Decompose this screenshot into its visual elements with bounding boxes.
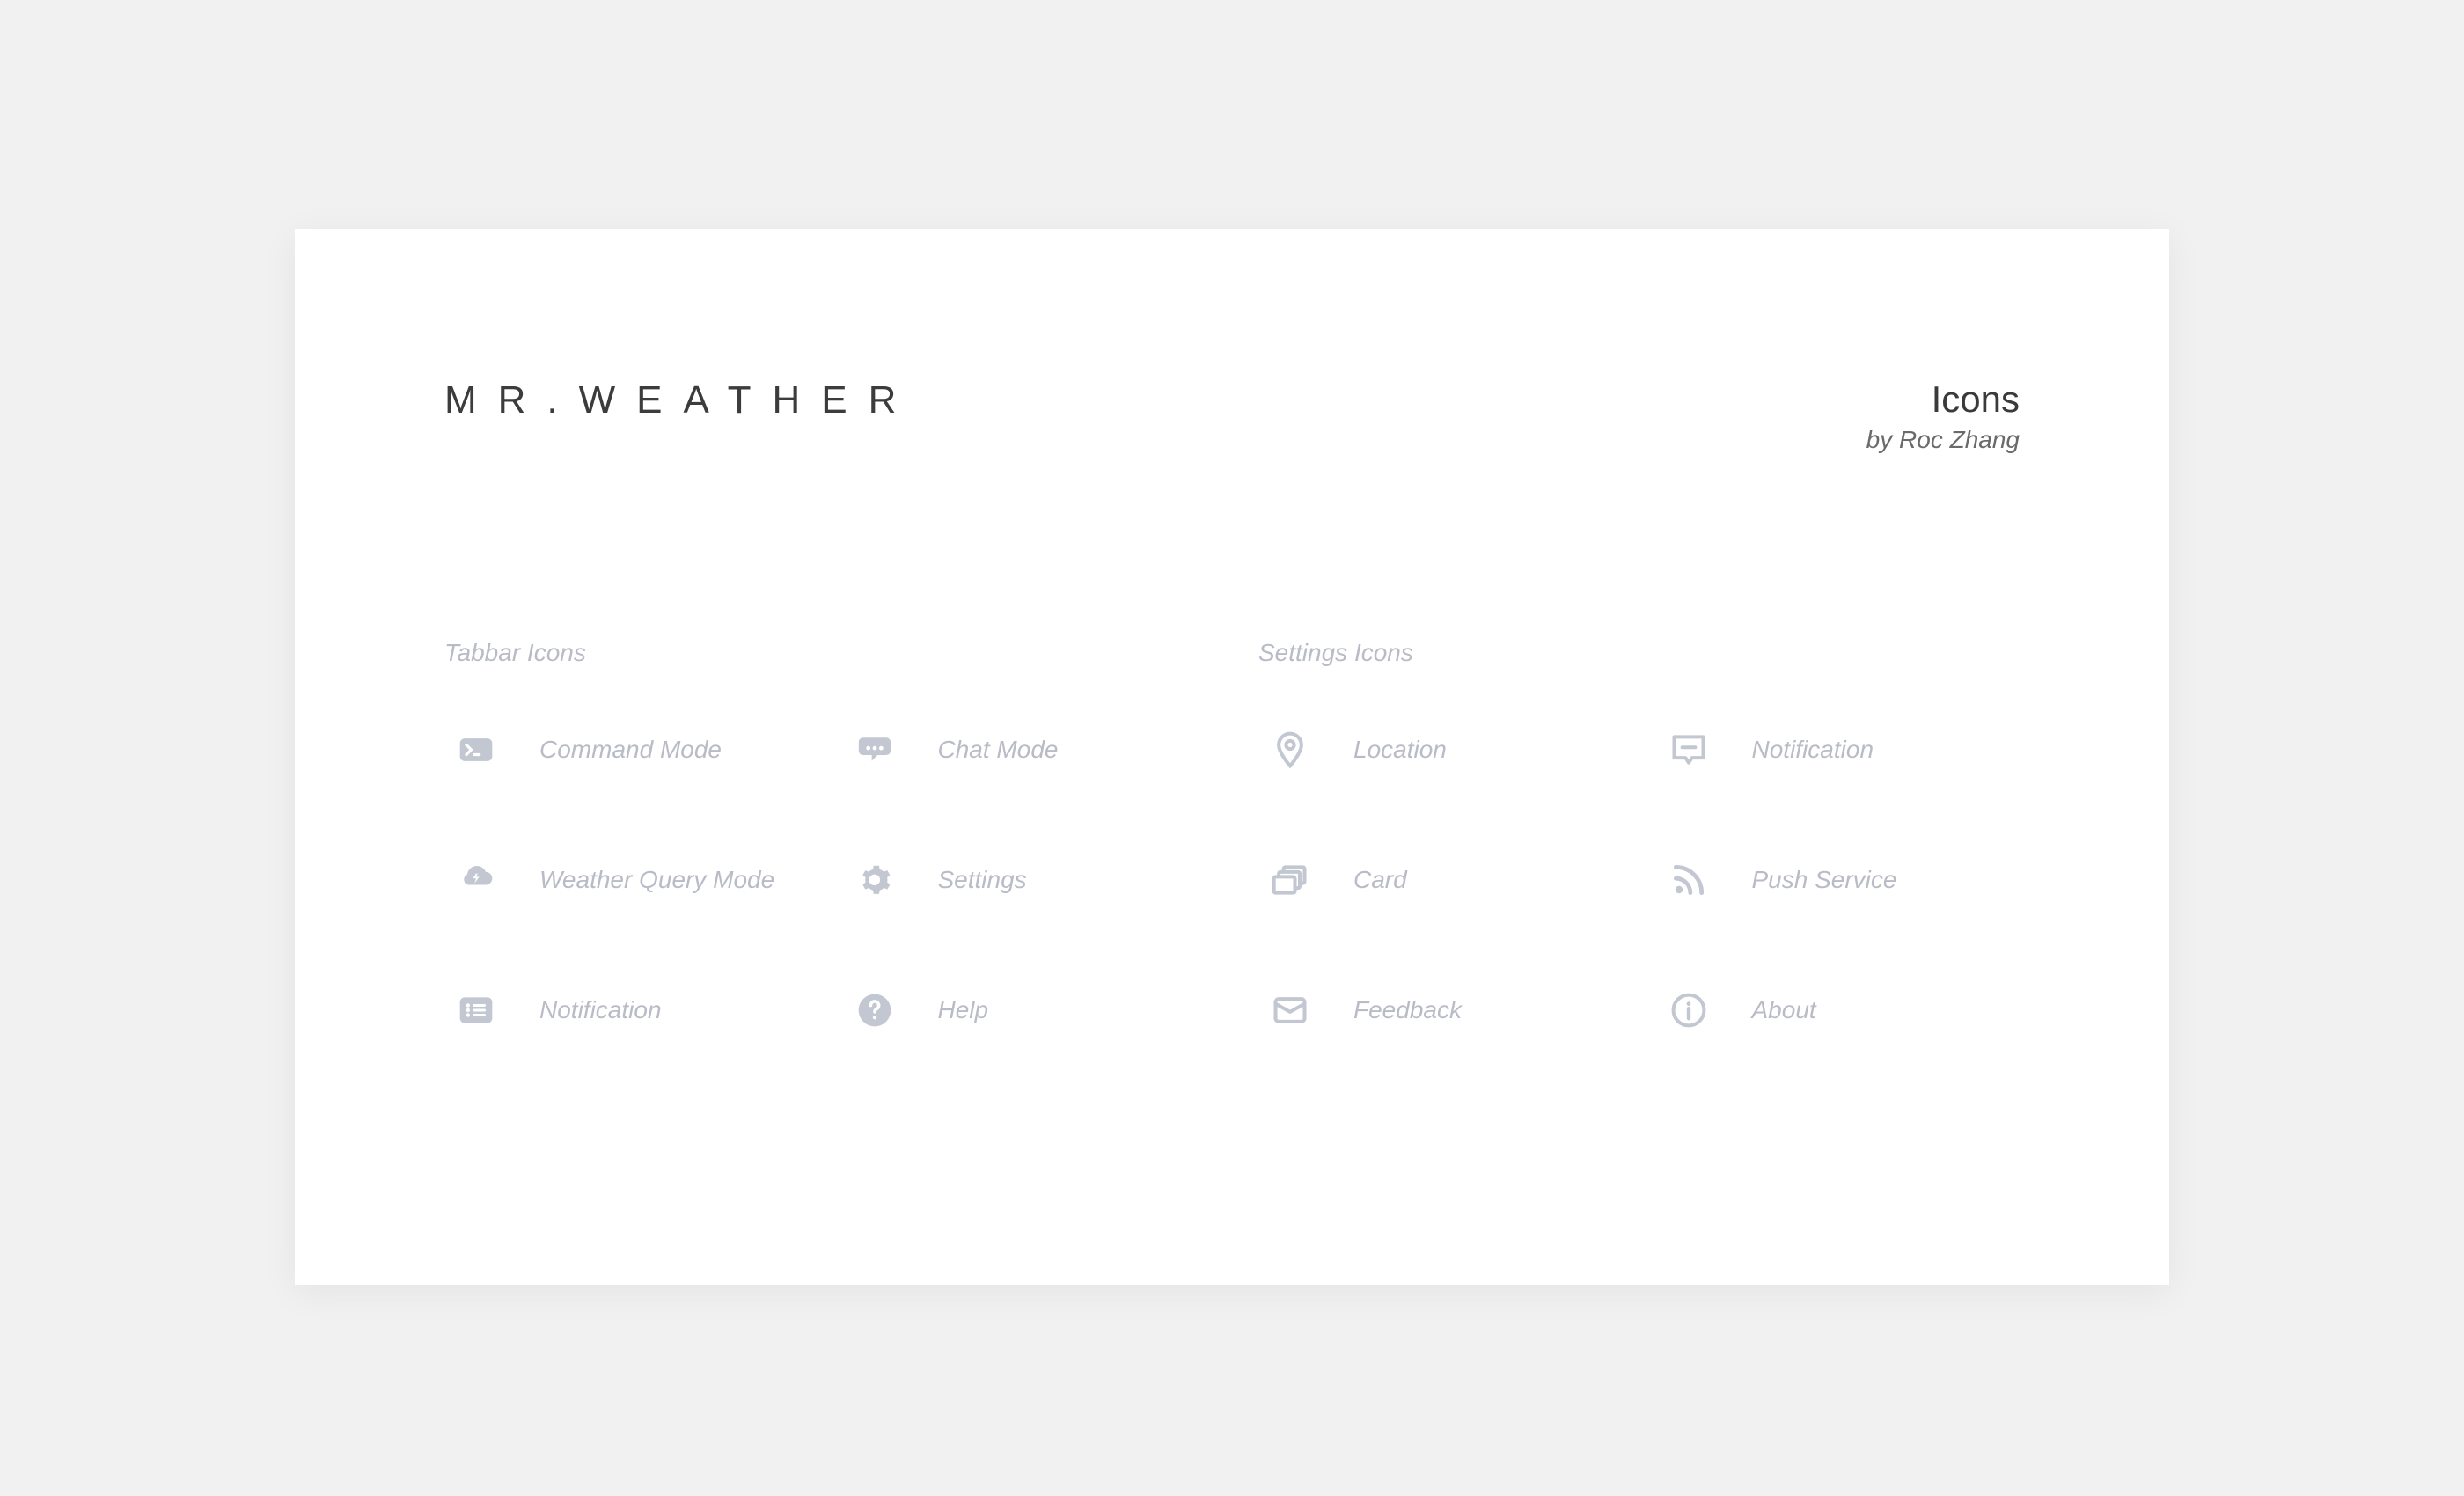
item-notification: Notification [1657, 729, 2020, 771]
item-label: Weather Query Mode [539, 866, 774, 894]
item-push-service: Push Service [1657, 859, 2020, 901]
item-feedback: Feedback [1258, 989, 1622, 1031]
item-notification-list: Notification [444, 989, 808, 1031]
cards-stack-icon [1258, 859, 1322, 901]
page-title: Icons [1866, 378, 2020, 421]
item-label: Card [1353, 866, 1407, 894]
item-label: Chat Mode [938, 736, 1059, 764]
item-label: Push Service [1752, 866, 1897, 894]
help-icon [843, 989, 906, 1031]
item-label: About [1752, 996, 1816, 1024]
grid-settings: Location Notification Card [1258, 729, 2020, 1031]
item-label: Notification [539, 996, 662, 1024]
byline: by Roc Zhang [1866, 426, 2020, 454]
sections: Tabbar Icons Command Mode Chat Mode [444, 639, 2020, 1031]
brand-title: MR.WEATHER [444, 378, 917, 422]
item-label: Location [1353, 736, 1447, 764]
item-command-mode: Command Mode [444, 729, 808, 771]
list-icon [444, 989, 508, 1031]
item-label: Notification [1752, 736, 1874, 764]
chat-bubble-icon [843, 729, 906, 771]
location-pin-icon [1258, 729, 1322, 771]
section-title-settings: Settings Icons [1258, 639, 2020, 667]
item-settings: Settings [843, 859, 1206, 901]
section-title-tabbar: Tabbar Icons [444, 639, 1206, 667]
grid-tabbar: Command Mode Chat Mode Weather Query Mod… [444, 729, 1206, 1031]
section-tabbar: Tabbar Icons Command Mode Chat Mode [444, 639, 1206, 1031]
rss-icon [1657, 859, 1720, 901]
title-block: Icons by Roc Zhang [1866, 378, 2020, 454]
gear-icon [843, 859, 906, 901]
item-label: Help [938, 996, 989, 1024]
item-location: Location [1258, 729, 1622, 771]
envelope-icon [1258, 989, 1322, 1031]
header: MR.WEATHER Icons by Roc Zhang [444, 378, 2020, 454]
item-card: Card [1258, 859, 1622, 901]
item-about: About [1657, 989, 2020, 1031]
item-weather-query-mode: Weather Query Mode [444, 859, 808, 901]
item-label: Settings [938, 866, 1027, 894]
design-card: MR.WEATHER Icons by Roc Zhang Tabbar Ico… [295, 229, 2169, 1285]
item-label: Command Mode [539, 736, 722, 764]
info-icon [1657, 989, 1720, 1031]
section-settings: Settings Icons Location Notification [1258, 639, 2020, 1031]
message-banner-icon [1657, 729, 1720, 771]
item-help: Help [843, 989, 1206, 1031]
terminal-icon [444, 729, 508, 771]
item-label: Feedback [1353, 996, 1462, 1024]
item-chat-mode: Chat Mode [843, 729, 1206, 771]
cloud-lightning-icon [444, 859, 508, 901]
